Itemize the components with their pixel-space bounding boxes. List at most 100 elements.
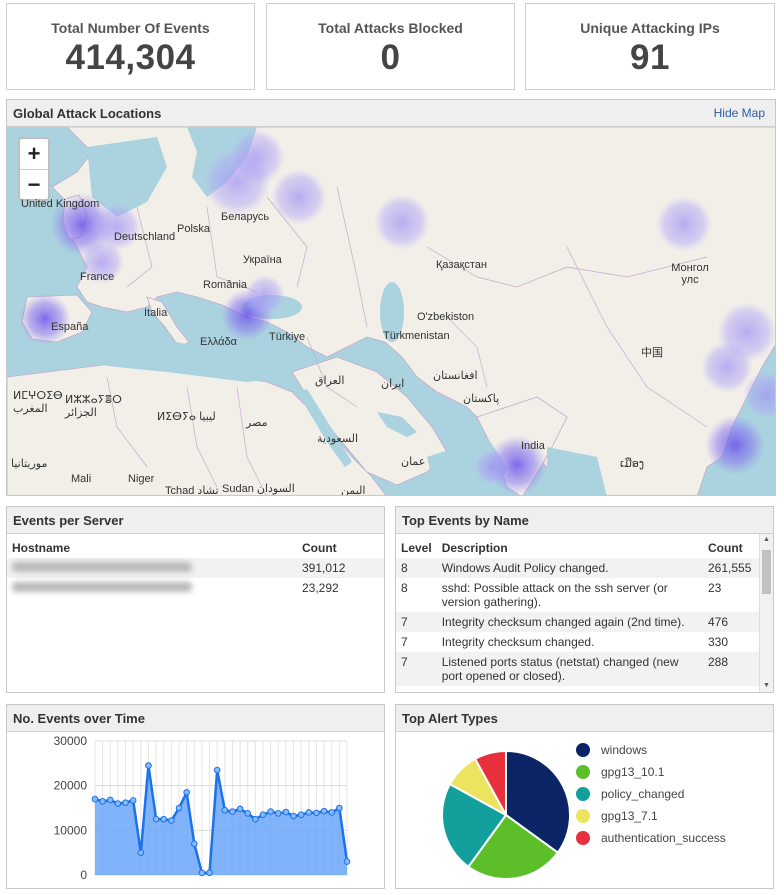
map-label: Україна: [243, 254, 282, 266]
level-cell: 8: [401, 581, 408, 595]
table-row[interactable]: 23,292: [7, 578, 384, 598]
data-point: [129, 797, 137, 804]
heat-spot: [656, 196, 712, 252]
server-table: Hostname Count 391,012 23,292: [7, 538, 384, 598]
stat-value: 0: [380, 38, 401, 77]
data-point: [305, 809, 313, 816]
map-label: Монгол улс: [671, 262, 709, 286]
map-label: Ελλάδα: [200, 336, 238, 348]
scrollbar-thumb[interactable]: [762, 550, 771, 594]
panel-title: No. Events over Time: [13, 711, 145, 726]
table-row[interactable]: 7 Integrity checksum changed again (2nd …: [396, 612, 759, 632]
table-header-row: Hostname Count: [7, 538, 384, 558]
stat-value: 414,304: [65, 38, 196, 77]
data-point: [190, 840, 198, 848]
panel-header: Global Attack Locations Hide Map: [7, 100, 775, 127]
panel-header: Top Events by Name: [396, 507, 773, 534]
map-label: Deutschland: [114, 231, 176, 243]
table-row[interactable]: 8 Windows Audit Policy changed. 261,555: [396, 558, 759, 578]
attack-map[interactable]: + − United Kingdom Deutschland Polska Бе…: [7, 127, 775, 495]
scroll-down-icon[interactable]: ▼: [760, 680, 773, 692]
panel-title: Global Attack Locations: [13, 106, 162, 121]
count-cell: 23: [708, 581, 722, 595]
map-label: ⵍⵎⵖⵔⵉⴱ المغرب: [13, 390, 63, 415]
map-label: O'zbekiston: [417, 311, 475, 323]
map-label: România: [203, 279, 248, 291]
table-row[interactable]: 7 Integrity checksum changed. 330: [396, 632, 759, 652]
stat-label: Total Attacks Blocked: [318, 20, 463, 36]
data-point: [328, 809, 336, 816]
map-label: Mali: [71, 473, 92, 485]
count-cell: 288: [703, 652, 759, 686]
map-label: العراق: [315, 375, 345, 387]
top-alert-types-panel: Top Alert Types windows gpg13_10.1 polic…: [395, 704, 774, 889]
events-area-chart[interactable]: 30000 20000 10000 0: [7, 733, 384, 889]
data-point: [213, 766, 221, 774]
panel-title: Top Alert Types: [402, 711, 498, 726]
column-hostname[interactable]: Hostname: [7, 538, 297, 558]
level-cell: 8: [396, 558, 437, 578]
table-row[interactable]: 7 Listened ports status (netstat) change…: [396, 652, 759, 686]
description-cell: Integrity checksum changed again (2nd ti…: [436, 612, 703, 632]
data-point: [252, 815, 259, 823]
hide-map-link[interactable]: Hide Map: [714, 106, 765, 120]
data-point: [175, 804, 183, 812]
column-description[interactable]: Description: [437, 538, 703, 558]
column-count[interactable]: Count: [703, 538, 759, 558]
top-events-table: Level Description Count 8 Windows Audit …: [396, 538, 759, 686]
map-label: Беларусь: [221, 211, 270, 223]
level-cell: 7: [401, 635, 408, 649]
legend-dot: [576, 809, 590, 823]
map-label: ایران: [381, 378, 405, 390]
hostname-cell: [7, 558, 297, 578]
map-label: Türkiye: [269, 331, 306, 343]
stat-unique-ips: Unique Attacking IPs 91: [525, 3, 775, 90]
data-point: [114, 800, 122, 807]
events-per-server-panel: Events per Server Hostname Count 391,012…: [6, 506, 385, 693]
panel-header: Top Alert Types: [396, 705, 773, 732]
data-point: [274, 810, 282, 817]
data-point: [297, 811, 305, 818]
zoom-out-button[interactable]: −: [20, 169, 48, 199]
table-row[interactable]: 391,012: [7, 558, 384, 578]
zoom-in-button[interactable]: +: [20, 139, 48, 169]
data-point: [137, 849, 145, 856]
legend-label: policy_changed: [601, 787, 685, 801]
legend-item[interactable]: gpg13_7.1: [576, 809, 658, 823]
column-level[interactable]: Level: [396, 538, 437, 558]
map-base: [7, 127, 775, 495]
table-row[interactable]: 8 sshd: Possible attack on the ssh serve…: [396, 578, 759, 612]
column-count[interactable]: Count: [297, 538, 384, 558]
legend-item[interactable]: policy_changed: [576, 787, 685, 801]
pie-legend: windows gpg13_10.1 policy_changed gpg13_…: [421, 743, 761, 863]
legend-dot: [576, 787, 590, 801]
data-point: [206, 869, 213, 877]
description-cell: Windows Audit Policy changed.: [436, 558, 703, 578]
legend-dot: [576, 743, 590, 757]
legend-label: windows: [601, 743, 648, 757]
count-cell: 261,555: [703, 558, 759, 578]
panel-header: No. Events over Time: [7, 705, 384, 732]
heat-spot: [271, 169, 327, 225]
count-cell: 391,012: [297, 558, 384, 578]
scrollbar[interactable]: ▲ ▼: [759, 534, 773, 692]
y-tick-label: 20000: [54, 779, 88, 793]
data-point: [198, 869, 206, 877]
map-zoom-control: + −: [18, 137, 50, 201]
map-label: 中国: [641, 347, 663, 359]
map-label: پاکستان: [463, 393, 500, 405]
legend-item[interactable]: windows: [576, 743, 648, 757]
legend-item[interactable]: gpg13_10.1: [576, 765, 664, 779]
map-label: مصر: [246, 417, 268, 429]
data-point: [122, 799, 129, 806]
data-point: [236, 805, 244, 813]
description-cell: Integrity checksum changed.: [441, 635, 595, 649]
map-label: السعودية: [317, 433, 359, 445]
count-cell: 476: [703, 612, 759, 632]
scroll-up-icon[interactable]: ▲: [760, 534, 773, 546]
data-point: [229, 808, 236, 815]
map-label: United Kingdom: [21, 198, 100, 210]
level-cell: 7: [396, 652, 437, 686]
legend-item[interactable]: authentication_success: [576, 831, 726, 845]
top-events-panel: Top Events by Name Level Description Cou…: [395, 506, 774, 693]
